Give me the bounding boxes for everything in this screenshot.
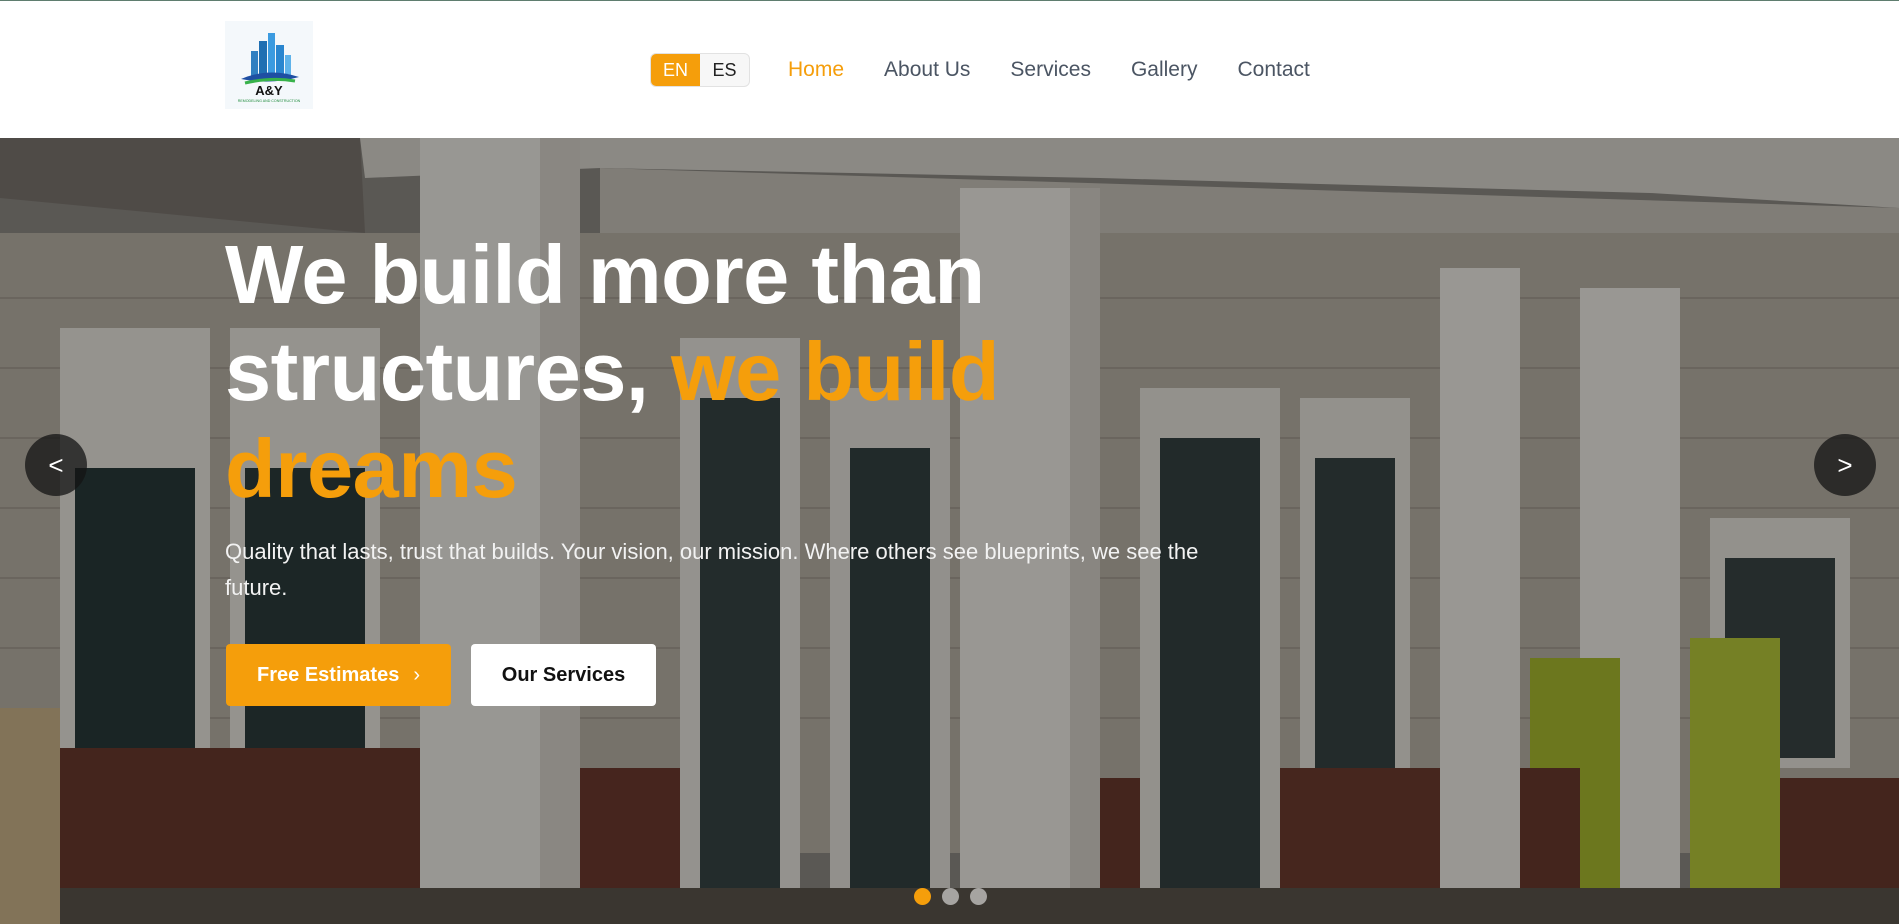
free-estimates-button[interactable]: Free Estimates › — [226, 644, 451, 706]
headline-line1: We build more than — [225, 228, 985, 321]
hero-headline: We build more than structures, we build … — [225, 226, 1125, 517]
hero-subtitle: Quality that lasts, trust that builds. Y… — [225, 539, 1199, 600]
slider-dot-2[interactable] — [942, 888, 959, 905]
company-logo[interactable]: A&Y REMODELING AND CONSTRUCTION — [225, 21, 313, 109]
our-services-button[interactable]: Our Services — [471, 644, 656, 706]
logo-subtext: REMODELING AND CONSTRUCTION — [238, 99, 301, 103]
nav-about-us[interactable]: About Us — [884, 58, 970, 82]
headline-line2-accent: we build — [671, 325, 1000, 418]
headline-line2-white: structures, — [225, 325, 649, 418]
logo-graphic: A&Y REMODELING AND CONSTRUCTION — [225, 21, 313, 109]
main-nav: Home About Us Services Gallery Contact — [788, 55, 1310, 85]
logo-text: A&Y — [255, 83, 283, 98]
nav-services[interactable]: Services — [1010, 58, 1091, 82]
slider-dot-3[interactable] — [970, 888, 987, 905]
nav-contact[interactable]: Contact — [1237, 58, 1309, 82]
site-header: A&Y REMODELING AND CONSTRUCTION EN ES Ho… — [0, 1, 1899, 138]
free-estimates-label: Free Estimates — [257, 664, 400, 686]
slider-next-button[interactable]: > — [1814, 434, 1876, 496]
chevron-right-icon: › — [413, 664, 420, 686]
slider-pagination — [914, 888, 987, 905]
hero-slider: We build more than structures, we build … — [0, 138, 1899, 924]
slider-dot-1[interactable] — [914, 888, 931, 905]
nav-gallery[interactable]: Gallery — [1131, 58, 1198, 82]
lang-es-button[interactable]: ES — [700, 54, 749, 86]
lang-en-button[interactable]: EN — [651, 54, 700, 86]
headline-line3-accent: dreams — [225, 422, 518, 515]
slider-prev-button[interactable]: < — [25, 434, 87, 496]
nav-home[interactable]: Home — [788, 58, 844, 82]
language-toggle: EN ES — [650, 53, 750, 87]
